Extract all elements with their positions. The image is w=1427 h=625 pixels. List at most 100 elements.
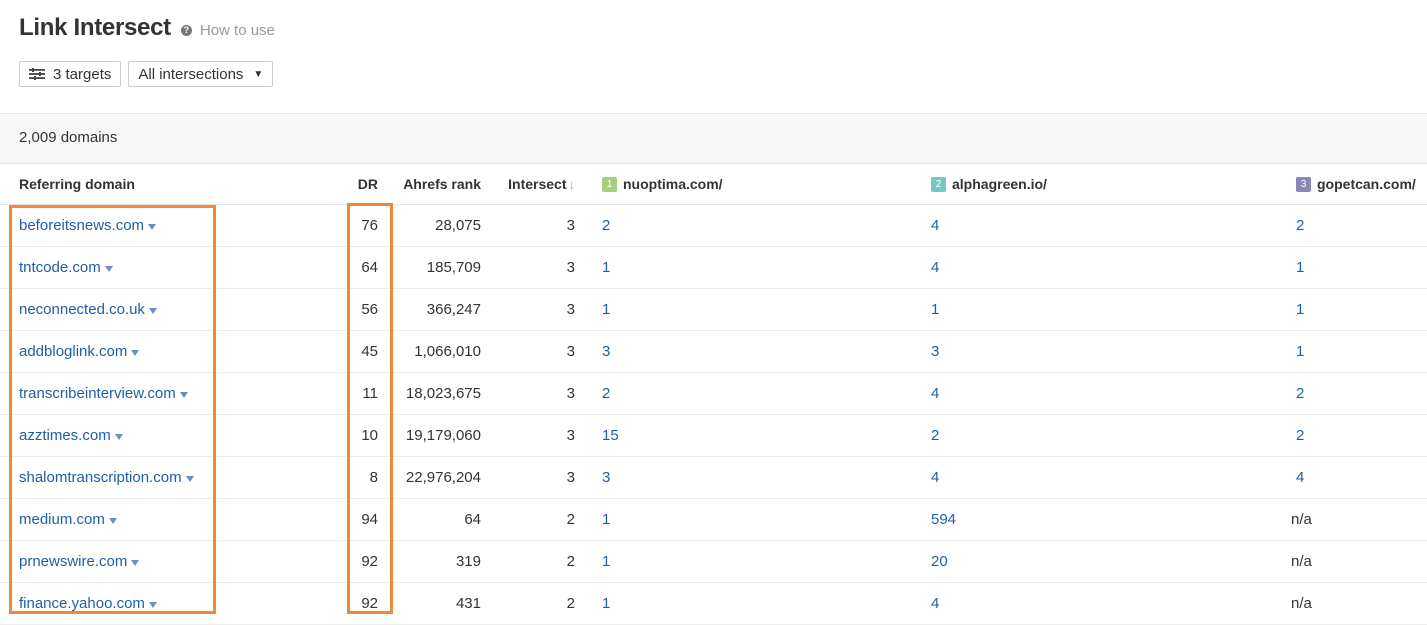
domain-dropdown-icon[interactable] bbox=[114, 433, 123, 440]
referring-domain-link[interactable]: finance.yahoo.com bbox=[19, 583, 157, 624]
header-dr[interactable]: DR bbox=[320, 164, 378, 204]
domain-dropdown-icon[interactable] bbox=[185, 475, 194, 482]
target-1-backlinks-value: 15 bbox=[602, 427, 619, 444]
referring-domain-link-value: shalomtranscription.com bbox=[19, 469, 182, 486]
target-2-backlinks-value: 1 bbox=[931, 301, 940, 318]
dr-cell-value: 45 bbox=[361, 343, 378, 360]
ahrefs-rank-cell-value: 19,179,060 bbox=[405, 427, 481, 444]
table-row: azztimes.com 10 19,179,060 3 15 2 2 bbox=[0, 415, 1427, 457]
header-intersect[interactable]: Intersect ↓ bbox=[495, 164, 575, 204]
target-2-backlinks-value: 20 bbox=[931, 553, 948, 570]
target-3-backlinks-value: 2 bbox=[1296, 385, 1305, 402]
domain-dropdown-icon[interactable] bbox=[179, 391, 188, 398]
target-2-backlinks[interactable]: 1 bbox=[931, 289, 939, 330]
target-3-backlinks[interactable]: 4 bbox=[1296, 457, 1304, 498]
intersect-cell: 3 bbox=[495, 373, 575, 414]
target-2-backlinks[interactable]: 4 bbox=[931, 457, 939, 498]
target-3-backlinks-value: n/a bbox=[1291, 595, 1312, 612]
help-link-group[interactable]: ? How to use bbox=[180, 22, 275, 39]
referring-domain-link-value: tntcode.com bbox=[19, 259, 101, 276]
target-1-backlinks[interactable]: 3 bbox=[602, 457, 610, 498]
header-target-3[interactable]: 3 gopetcan.com/ bbox=[1296, 164, 1416, 204]
target-1-backlinks[interactable]: 3 bbox=[602, 331, 610, 372]
target-1-backlinks[interactable]: 2 bbox=[602, 373, 610, 414]
domain-dropdown-icon[interactable] bbox=[148, 307, 157, 314]
target-2-backlinks[interactable]: 4 bbox=[931, 247, 939, 288]
target-3-backlinks[interactable]: 2 bbox=[1296, 373, 1304, 414]
target-2-backlinks[interactable]: 594 bbox=[931, 499, 956, 540]
ahrefs-rank-cell: 18,023,675 bbox=[390, 373, 481, 414]
header-target-1[interactable]: 1 nuoptima.com/ bbox=[602, 164, 723, 204]
intersect-cell: 3 bbox=[495, 415, 575, 456]
referring-domain-link[interactable]: neconnected.co.uk bbox=[19, 289, 157, 330]
dr-cell-value: 8 bbox=[369, 469, 378, 486]
referring-domain-link[interactable]: addbloglink.com bbox=[19, 331, 140, 372]
target-2-backlinks[interactable]: 4 bbox=[931, 583, 939, 624]
domain-dropdown-icon[interactable] bbox=[104, 265, 113, 272]
intersect-cell-value: 3 bbox=[566, 217, 575, 234]
referring-domain-link-value: finance.yahoo.com bbox=[19, 595, 145, 612]
target-3-backlinks[interactable]: 1 bbox=[1296, 289, 1304, 330]
table-row: beforeitsnews.com 76 28,075 3 2 4 2 bbox=[0, 205, 1427, 247]
domain-dropdown-icon[interactable] bbox=[148, 223, 157, 230]
dr-cell: 10 bbox=[320, 415, 378, 456]
ahrefs-rank-cell: 1,066,010 bbox=[390, 331, 481, 372]
referring-domain-link[interactable]: beforeitsnews.com bbox=[19, 205, 157, 246]
dr-cell: 11 bbox=[320, 373, 378, 414]
target-3-backlinks[interactable]: 2 bbox=[1296, 415, 1304, 456]
referring-domain-link[interactable]: prnewswire.com bbox=[19, 541, 140, 582]
target-2-backlinks[interactable]: 20 bbox=[931, 541, 948, 582]
referring-domain-link[interactable]: azztimes.com bbox=[19, 415, 123, 456]
target-2-backlinks[interactable]: 2 bbox=[931, 415, 939, 456]
target-1-backlinks[interactable]: 1 bbox=[602, 583, 610, 624]
target-2-backlinks[interactable]: 4 bbox=[931, 373, 939, 414]
referring-domain-link-value: azztimes.com bbox=[19, 427, 111, 444]
results-table: Referring domain DR Ahrefs rank Intersec… bbox=[0, 164, 1427, 625]
intersect-cell-value: 3 bbox=[566, 343, 575, 360]
target-1-backlinks[interactable]: 1 bbox=[602, 499, 610, 540]
target-1-backlinks[interactable]: 2 bbox=[602, 205, 610, 246]
target-2-backlinks[interactable]: 3 bbox=[931, 331, 939, 372]
referring-domain-link[interactable]: transcribeinterview.com bbox=[19, 373, 188, 414]
intersect-cell: 2 bbox=[495, 541, 575, 582]
dr-cell: 8 bbox=[320, 457, 378, 498]
target-3-backlinks: n/a bbox=[1291, 499, 1312, 540]
target-1-backlinks[interactable]: 15 bbox=[602, 415, 619, 456]
ahrefs-rank-cell: 28,075 bbox=[390, 205, 481, 246]
page-title: Link Intersect bbox=[19, 14, 171, 41]
target-3-backlinks-value: 1 bbox=[1296, 343, 1305, 360]
referring-domain-link[interactable]: shalomtranscription.com bbox=[19, 457, 194, 498]
ahrefs-rank-cell: 431 bbox=[390, 583, 481, 624]
targets-button[interactable]: 3 targets bbox=[19, 61, 122, 87]
target-2-backlinks[interactable]: 4 bbox=[931, 205, 939, 246]
how-to-use-link[interactable]: How to use bbox=[200, 22, 275, 39]
intersections-label: All intersections bbox=[138, 65, 244, 83]
table-row: addbloglink.com 45 1,066,010 3 3 3 1 bbox=[0, 331, 1427, 373]
header-referring-domain[interactable]: Referring domain bbox=[19, 164, 135, 204]
ahrefs-rank-cell: 319 bbox=[390, 541, 481, 582]
header-target-2[interactable]: 2 alphagreen.io/ bbox=[931, 164, 1047, 204]
target-1-backlinks-value: 3 bbox=[602, 469, 611, 486]
question-circle-icon[interactable]: ? bbox=[180, 24, 192, 36]
target-1-backlinks[interactable]: 1 bbox=[602, 247, 610, 288]
domain-dropdown-icon[interactable] bbox=[131, 349, 140, 356]
domain-dropdown-icon[interactable] bbox=[131, 559, 140, 566]
intersect-cell-value: 2 bbox=[566, 595, 575, 612]
ahrefs-rank-cell: 64 bbox=[390, 499, 481, 540]
intersections-dropdown[interactable]: All intersections ▼ bbox=[128, 61, 274, 87]
referring-domain-link-value: transcribeinterview.com bbox=[19, 385, 176, 402]
target-3-backlinks-value: n/a bbox=[1291, 553, 1312, 570]
target-3-backlinks[interactable]: 1 bbox=[1296, 331, 1304, 372]
header-ahrefs-rank[interactable]: Ahrefs rank bbox=[390, 164, 481, 204]
target-3-backlinks: n/a bbox=[1291, 541, 1312, 582]
referring-domain-link[interactable]: medium.com bbox=[19, 499, 117, 540]
target-1-backlinks[interactable]: 1 bbox=[602, 541, 610, 582]
target-3-backlinks[interactable]: 1 bbox=[1296, 247, 1304, 288]
target-3-backlinks[interactable]: 2 bbox=[1296, 205, 1304, 246]
domain-dropdown-icon[interactable] bbox=[108, 517, 117, 524]
target-1-backlinks-value: 1 bbox=[602, 553, 611, 570]
referring-domain-link[interactable]: tntcode.com bbox=[19, 247, 113, 288]
dr-cell-value: 76 bbox=[361, 217, 378, 234]
domain-dropdown-icon[interactable] bbox=[148, 601, 157, 608]
target-1-backlinks[interactable]: 1 bbox=[602, 289, 610, 330]
